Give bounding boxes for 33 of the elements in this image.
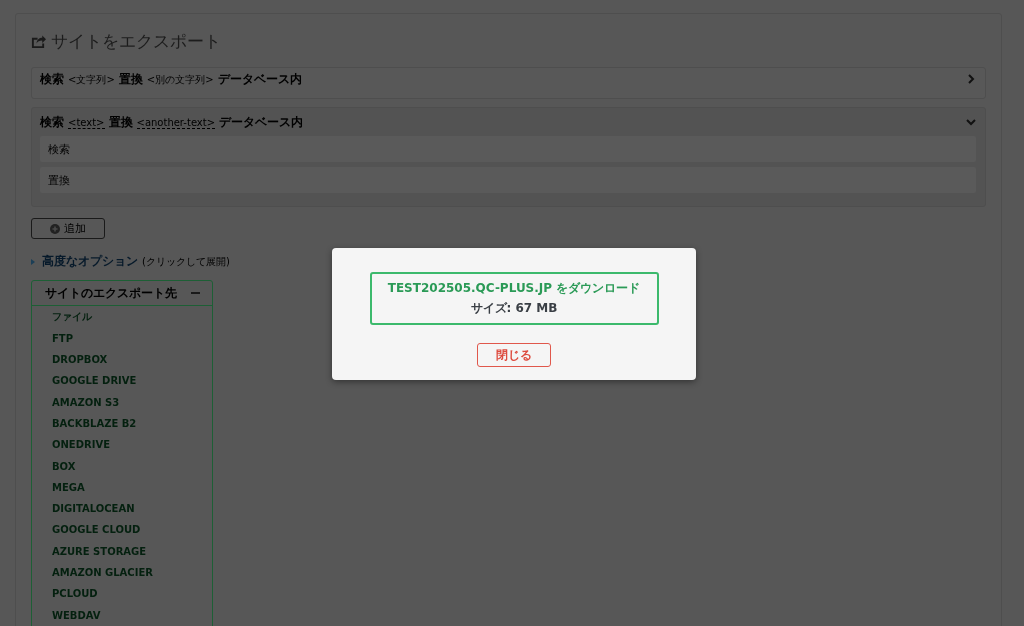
chevron-down-icon[interactable] <box>966 117 976 127</box>
advanced-options-link[interactable]: 高度なオプション <box>42 253 138 271</box>
menu-item[interactable]: PCLOUD <box>32 583 212 605</box>
menu-item[interactable]: ONEDRIVE <box>32 434 212 456</box>
menu-item[interactable]: MEGA <box>32 476 212 499</box>
file-size: サイズ: 67 MB <box>470 300 558 317</box>
expand-hint: (クリックして展開) <box>142 254 230 269</box>
menu-item[interactable]: GOOGLE CLOUD <box>32 519 212 541</box>
menu-item[interactable]: BOX <box>32 455 212 477</box>
menu-item[interactable]: ファイル <box>32 306 212 328</box>
menu-item[interactable]: AMAZON S3 <box>32 391 212 413</box>
menu-item[interactable]: AZURE STORAGE <box>32 540 212 563</box>
export-icon <box>31 34 46 49</box>
menu-item[interactable]: WEBDAV <box>32 604 212 626</box>
add-button[interactable]: 追加 <box>31 218 105 240</box>
text-field[interactable]: 検索 <box>40 136 976 162</box>
chevron-right-icon[interactable] <box>966 74 976 84</box>
menu-item[interactable]: AMAZON GLACIER <box>32 562 212 584</box>
text-field[interactable]: 置換 <box>40 167 976 193</box>
menu-item[interactable]: DIGITALOCEAN <box>32 498 212 520</box>
plus-circle-icon <box>50 223 60 234</box>
rule-header[interactable]: 検索 <文字列> 置換 <別の文字列> データベース内 <box>40 70 302 88</box>
minus-icon[interactable] <box>190 292 200 295</box>
close-button[interactable]: 閉じる <box>477 343 551 367</box>
menu-item[interactable]: BACKBLAZE B2 <box>32 412 212 435</box>
page-title: サイトをエクスポート <box>51 30 221 53</box>
menu-item[interactable]: GOOGLE DRIVE <box>32 370 212 392</box>
menu-item[interactable]: FTP <box>32 327 212 350</box>
triangle-icon <box>31 258 35 265</box>
menu-title: サイトのエクスポート先 <box>44 284 177 302</box>
download-link[interactable]: TEST202505.QC-PLUS.JP をダウンロード <box>387 280 641 297</box>
rule-header[interactable]: 検索 <text> 置換 <another-text> データベース内 <box>40 113 304 131</box>
menu-item[interactable]: DROPBOX <box>32 349 212 371</box>
